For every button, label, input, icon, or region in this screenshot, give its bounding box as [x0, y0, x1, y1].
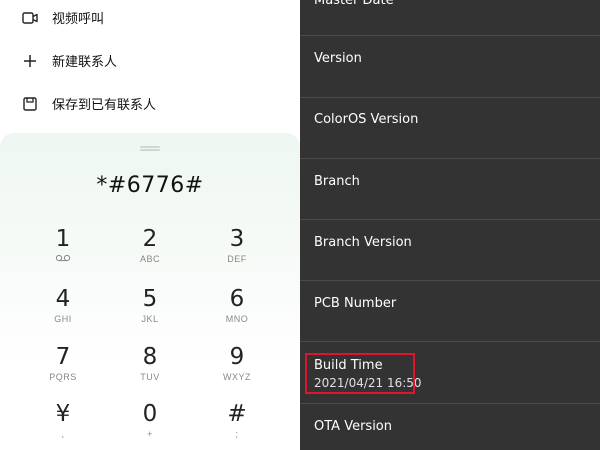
info-row-version[interactable]: Version	[300, 36, 600, 98]
new-contact-item[interactable]: 新建联系人	[0, 39, 300, 82]
build-time-highlight-box	[305, 353, 415, 394]
save-to-contact-item[interactable]: 保存到已有联系人	[0, 82, 300, 125]
dialer-panel: 视频呼叫 新建联系人 保存到已有联系人 *#6776# 1 2 ABC 3 DE…	[0, 0, 300, 450]
key-1[interactable]: 1	[28, 226, 98, 282]
info-row-coloros-version[interactable]: ColorOS Version	[300, 97, 600, 159]
key-9[interactable]: 9 WXYZ	[202, 344, 272, 400]
key-5[interactable]: 5 JKL	[115, 286, 185, 342]
save-to-contact-label: 保存到已有联系人	[52, 98, 157, 113]
key-2[interactable]: 2 ABC	[115, 226, 185, 282]
key-7[interactable]: 7 PQRS	[28, 344, 98, 400]
key-4[interactable]: 4 GHI	[28, 286, 98, 342]
info-row-branch-version[interactable]: Branch Version	[300, 219, 600, 281]
drag-handle[interactable]	[140, 146, 160, 151]
dialpad: *#6776# 1 2 ABC 3 DEF 4 GHI 5 JKL 6 MNO	[0, 133, 300, 450]
key-star[interactable]: ¥ ,	[28, 401, 98, 450]
key-8[interactable]: 8 TUV	[115, 344, 185, 400]
key-0[interactable]: 0 +	[115, 401, 185, 450]
new-contact-label: 新建联系人	[52, 55, 118, 70]
voicemail-icon	[28, 254, 98, 264]
video-call-item[interactable]: 视频呼叫	[0, 0, 300, 39]
info-row-pcb-number[interactable]: PCB Number	[300, 280, 600, 342]
key-hash[interactable]: # ;	[202, 401, 272, 450]
info-row-branch[interactable]: Branch	[300, 158, 600, 220]
info-row-master-date[interactable]: Master Date	[300, 0, 600, 36]
dialed-number: *#6776#	[96, 173, 204, 198]
save-icon	[22, 96, 38, 112]
key-6[interactable]: 6 MNO	[202, 286, 272, 342]
video-call-icon	[22, 10, 38, 26]
plus-icon	[22, 53, 38, 69]
video-call-label: 视频呼叫	[52, 12, 105, 27]
key-3[interactable]: 3 DEF	[202, 226, 272, 282]
info-row-ota-version[interactable]: OTA Version	[300, 404, 600, 450]
